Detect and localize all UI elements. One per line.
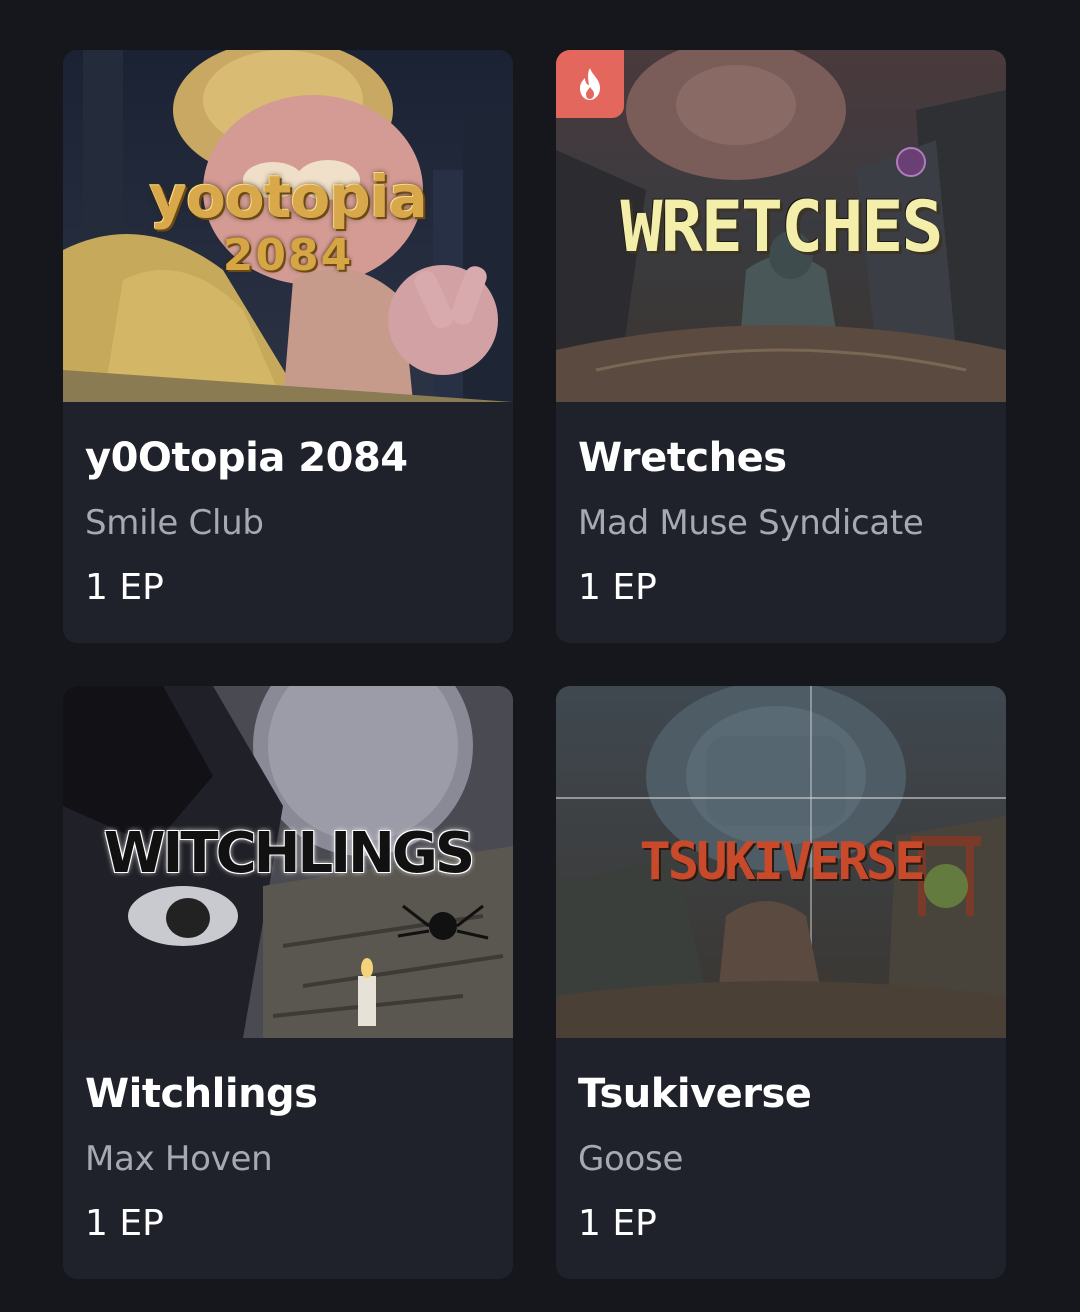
cover-artwork-tsukiverse [556, 686, 1006, 1038]
cover-subtitle-text: 2084 [222, 230, 354, 281]
cover-artwork-witchlings [63, 686, 513, 1038]
episode-count: 1 EP [85, 1203, 164, 1244]
series-title[interactable]: Wretches [578, 434, 984, 482]
cover-image: WITCHLINGS [63, 686, 513, 1038]
fire-icon [580, 68, 600, 100]
cover-image: TSUKIVERSE [556, 686, 1006, 1038]
cover-image: WRETCHES [556, 50, 1006, 402]
episode-count: 1 EP [85, 567, 164, 608]
creator-name[interactable]: Smile Club [85, 502, 491, 544]
series-card[interactable]: WRETCHES Wretches Mad Muse Syndicate 1 E… [556, 50, 1006, 643]
cover-image: yootopia 2084 [63, 50, 513, 402]
series-title[interactable]: y0Otopia 2084 [85, 434, 491, 482]
episode-count: 1 EP [578, 567, 657, 608]
hot-badge [556, 50, 624, 118]
creator-name[interactable]: Mad Muse Syndicate [578, 502, 984, 544]
series-card[interactable]: yootopia 2084 y0Otopia 2084 Smile Club 1… [63, 50, 513, 643]
creator-name[interactable]: Max Hoven [85, 1138, 491, 1180]
series-card[interactable]: WITCHLINGS Witchlings Max Hoven 1 EP [63, 686, 513, 1279]
episode-count: 1 EP [578, 1203, 657, 1244]
series-title[interactable]: Tsukiverse [578, 1070, 984, 1118]
series-card[interactable]: TSUKIVERSE Tsukiverse Goose 1 EP [556, 686, 1006, 1279]
series-title[interactable]: Witchlings [85, 1070, 491, 1118]
creator-name[interactable]: Goose [578, 1138, 984, 1180]
cover-artwork-yootopia [63, 50, 513, 402]
